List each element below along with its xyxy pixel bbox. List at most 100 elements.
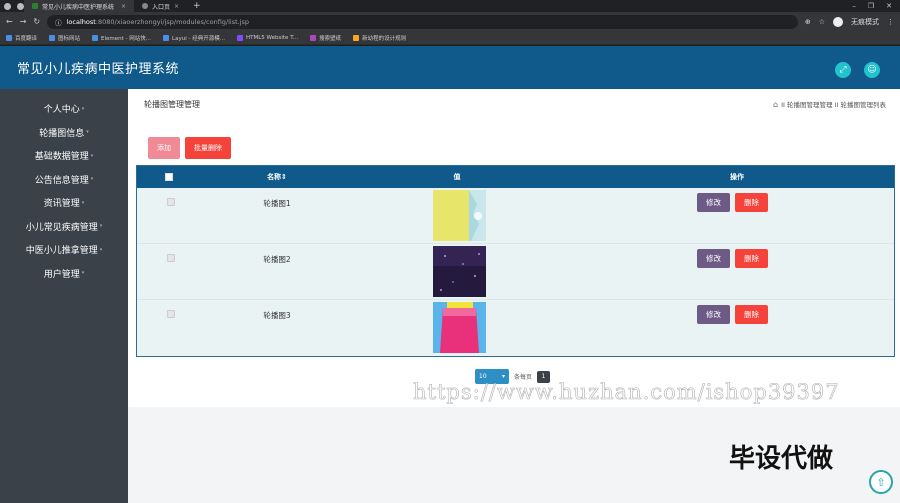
- sidebar-item-news[interactable]: 资讯管理 ▾: [0, 191, 128, 215]
- content-panel: 轮播图管理管理 ⌂ II 轮播图管理管理 II 轮播图管理列表 添加 批量删除 …: [128, 89, 900, 407]
- bookmarks-bar: 百度翻译 图标网站 Element - 网站快... Layui - 经典开源模…: [0, 31, 900, 45]
- header-ops: 操作: [730, 173, 744, 181]
- table-row: 轮播图1 修改 删除: [137, 188, 894, 244]
- data-table: 名称⇕ 值 操作 轮播图1 修改 删除 轮播图2 修改 删除 轮播图3 修改 删…: [136, 165, 895, 357]
- bookmark-icon: [353, 34, 360, 41]
- close-window-icon[interactable]: ✕: [886, 2, 892, 10]
- bookmark-item[interactable]: 图标网站: [49, 34, 80, 42]
- select-all-checkbox[interactable]: [165, 173, 173, 181]
- tab-label: 入口页: [152, 3, 171, 11]
- url-input[interactable]: ⓘ localhost:8080/xiaoerzhongyi/jsp/modul…: [47, 14, 798, 29]
- reload-icon[interactable]: ↻: [33, 17, 40, 26]
- table-header: 名称⇕ 值 操作: [137, 166, 894, 188]
- delete-button[interactable]: 删除: [735, 249, 768, 268]
- bookmark-item[interactable]: 百度翻译: [6, 34, 37, 42]
- zoom-icon[interactable]: ⊕: [805, 18, 811, 26]
- chevron-down-icon: ▾: [81, 270, 85, 277]
- restore-icon[interactable]: ❐: [868, 2, 874, 10]
- close-tab-icon[interactable]: ×: [121, 3, 126, 10]
- info-icon: ⓘ: [55, 18, 62, 27]
- sidebar-item-notices[interactable]: 公告信息管理 ▾: [0, 168, 128, 192]
- sidebar-item-base-data[interactable]: 基础数据管理 ▾: [0, 144, 128, 168]
- profile-label: 无痕模式: [851, 17, 879, 26]
- table-row: 轮播图2 修改 删除: [137, 244, 894, 300]
- sidebar: 个人中心 ▾ 轮播图信息 ▾ 基础数据管理 ▾ 公告信息管理 ▾ 资讯管理 ▾ 小儿常见疾…: [0, 89, 128, 503]
- bookmark-icon: [49, 34, 56, 41]
- header-name[interactable]: 名称⇕: [247, 166, 307, 188]
- address-bar-actions: ⊕ ☆ 无痕模式 ⋮: [805, 16, 894, 27]
- chevron-down-icon: ▾: [90, 176, 94, 183]
- back-icon[interactable]: ←: [6, 17, 13, 26]
- bookmark-item[interactable]: HTML5 Website T...: [236, 34, 298, 41]
- edit-button[interactable]: 修改: [697, 193, 730, 212]
- bookmark-icon: [6, 34, 12, 41]
- bookmark-item[interactable]: 搜索壁纸: [310, 34, 341, 42]
- row-thumbnail: [433, 302, 486, 353]
- row-checkbox[interactable]: [167, 310, 175, 318]
- add-button[interactable]: 添加: [148, 137, 180, 159]
- chevron-down-icon: ▾: [90, 152, 94, 159]
- chevron-down-icon: ▾: [99, 223, 103, 230]
- delete-button[interactable]: 删除: [735, 193, 768, 212]
- select-all-cell: [165, 166, 173, 188]
- menu-icon[interactable]: ⋮: [887, 18, 894, 26]
- forward-icon[interactable]: →: [20, 17, 27, 26]
- breadcrumb: ⌂ II 轮播图管理管理 II 轮播图管理列表: [773, 99, 886, 110]
- profile-avatar[interactable]: [833, 16, 843, 27]
- breadcrumb-text: II 轮播图管理管理 II 轮播图管理列表: [781, 101, 886, 109]
- row-checkbox[interactable]: [167, 254, 175, 262]
- edit-button[interactable]: 修改: [697, 249, 730, 268]
- bookmark-icon: [310, 34, 317, 41]
- edit-button[interactable]: 修改: [697, 305, 730, 324]
- favicon-icon: [142, 3, 148, 9]
- favicon-icon: [32, 3, 38, 9]
- table-row: 轮播图3 修改 删除: [137, 300, 894, 356]
- app-title: 常见小儿疾病中医护理系统: [17, 62, 180, 77]
- bookmark-item[interactable]: 新幼程的设计规则: [353, 34, 406, 42]
- sidebar-item-personal-center[interactable]: 个人中心 ▾: [0, 97, 128, 121]
- chevron-down-icon: ▾: [86, 129, 89, 136]
- minimize-icon[interactable]: –: [852, 2, 856, 10]
- main-content: 轮播图管理管理 ⌂ II 轮播图管理管理 II 轮播图管理列表 添加 批量删除 …: [128, 89, 900, 503]
- sidebar-item-massage[interactable]: 中医小儿推拿管理 ▾: [0, 238, 128, 262]
- browser-tab-active[interactable]: 常见小儿疾病中医护理系统 ×: [24, 0, 134, 12]
- chevron-down-icon: ▾: [81, 199, 85, 206]
- row-name: 轮播图1: [263, 199, 291, 208]
- back-to-top-icon[interactable]: ⇧: [869, 470, 893, 494]
- row-name: 轮播图3: [263, 311, 291, 320]
- star-icon[interactable]: ☆: [819, 18, 825, 26]
- watermark-cn-text: 毕设代做: [729, 444, 834, 474]
- app-header: 常见小儿疾病中医护理系统 ⤢ ☺: [0, 46, 900, 89]
- carousel-image-1: [433, 190, 486, 241]
- sidebar-item-users[interactable]: 用户管理 ▾: [0, 262, 128, 286]
- row-checkbox[interactable]: [167, 198, 175, 206]
- row-checkbox-cell: [167, 310, 175, 318]
- close-tab-icon[interactable]: ×: [174, 3, 179, 10]
- chevron-down-icon: ▾: [99, 246, 103, 253]
- row-name: 轮播图2: [263, 255, 291, 264]
- bulk-delete-button[interactable]: 批量删除: [185, 137, 231, 159]
- bookmark-item[interactable]: Layui - 经典开源模...: [163, 34, 225, 42]
- fullscreen-icon[interactable]: ⤢: [835, 62, 851, 78]
- sidebar-item-carousel[interactable]: 轮播图信息 ▾: [0, 121, 128, 145]
- delete-button[interactable]: 删除: [735, 305, 768, 324]
- chevron-down-icon: ▾: [501, 373, 505, 380]
- row-thumbnail: [433, 190, 486, 241]
- chevron-down-icon: ▾: [81, 105, 85, 112]
- bookmark-item[interactable]: Element - 网站快...: [92, 34, 151, 42]
- user-icon[interactable]: ☺: [864, 62, 880, 78]
- address-bar: ← → ↻ ⓘ localhost:8080/xiaoerzhongyi/jsp…: [0, 12, 900, 31]
- browser-tab[interactable]: 入口页 ×: [134, 0, 187, 12]
- row-checkbox-cell: [167, 254, 175, 262]
- home-icon[interactable]: ⌂: [773, 100, 778, 109]
- bookmark-icon: [92, 34, 99, 41]
- carousel-image-2: [433, 246, 486, 297]
- url-path: :8080/xiaoerzhongyi/jsp/modules/config/l…: [95, 17, 250, 26]
- row-checkbox-cell: [167, 198, 175, 206]
- bookmark-icon: [236, 34, 243, 41]
- page-title: 轮播图管理管理: [144, 100, 200, 109]
- bookmark-icon: [163, 34, 170, 41]
- new-tab-icon[interactable]: +: [187, 1, 201, 11]
- header-value: 值: [453, 173, 461, 181]
- sidebar-item-diseases[interactable]: 小儿常见疾病管理 ▾: [0, 215, 128, 239]
